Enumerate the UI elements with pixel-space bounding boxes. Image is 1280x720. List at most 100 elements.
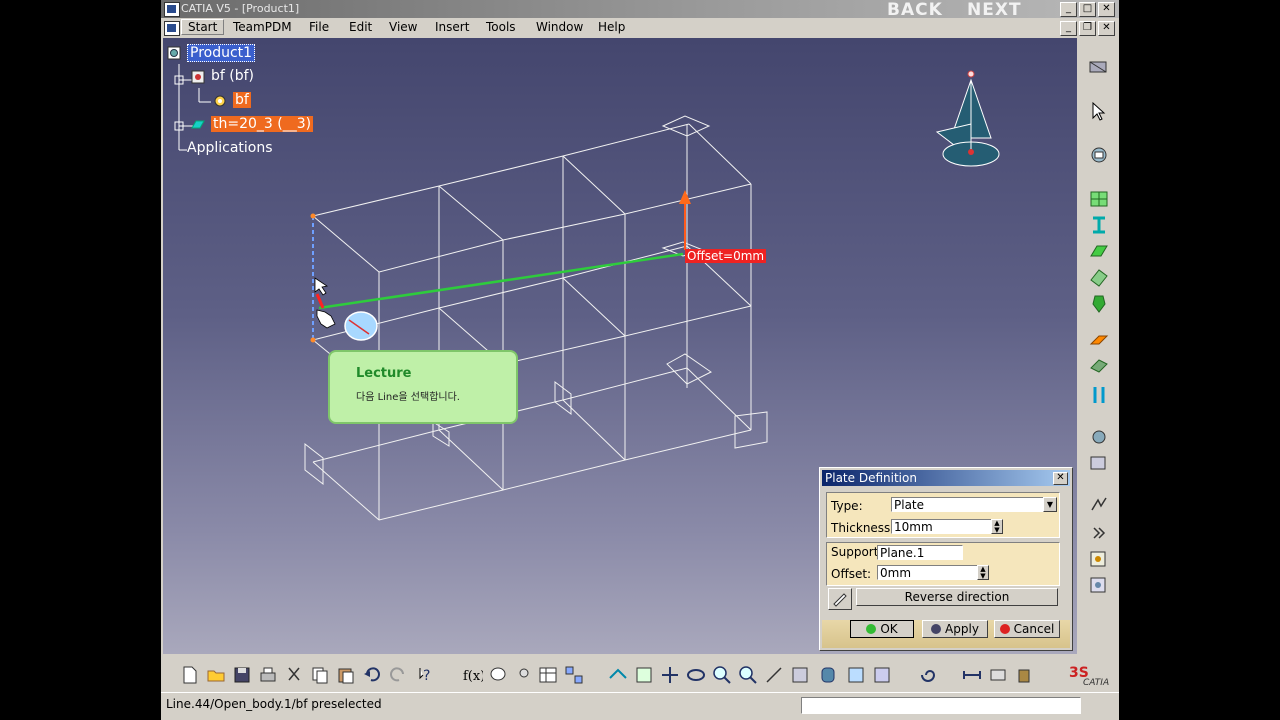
catalog-icon[interactable] [1087, 452, 1111, 474]
plane-icon[interactable] [191, 118, 205, 132]
maximize-icon[interactable]: □ [1079, 2, 1096, 17]
menu-teampdm[interactable]: TeamPDM [233, 20, 292, 34]
analyze-icon[interactable] [1087, 144, 1111, 166]
table-icon[interactable] [537, 664, 559, 686]
ok-button[interactable]: OK [850, 620, 914, 638]
menu-help[interactable]: Help [598, 20, 625, 34]
fly-mode-icon[interactable] [607, 664, 629, 686]
command-input[interactable] [801, 697, 1081, 714]
formula-icon[interactable] [1087, 494, 1111, 516]
hide-show-icon[interactable] [845, 664, 867, 686]
save-icon[interactable] [231, 664, 253, 686]
rotate-icon[interactable] [685, 664, 707, 686]
window-controls: _ □ ✕ [1060, 2, 1115, 17]
tree-node-bf-body[interactable]: bf [233, 92, 251, 108]
fit-all-icon[interactable] [633, 664, 655, 686]
settings-icon[interactable] [1087, 548, 1111, 570]
cut-icon[interactable] [283, 664, 305, 686]
catalog-browser-icon[interactable] [563, 664, 585, 686]
beam-icon[interactable] [1087, 214, 1111, 236]
cut-plate-icon[interactable] [1087, 354, 1111, 376]
eraser-icon[interactable] [1087, 330, 1111, 352]
type-select[interactable]: Plate [891, 497, 1057, 512]
thickness-stepper[interactable]: ▲ ▼ [991, 519, 1003, 534]
formula-fx-icon[interactable]: f(x) [461, 664, 483, 686]
tools-icon[interactable] [1087, 426, 1111, 448]
zoom-out-icon[interactable] [737, 664, 759, 686]
back-button[interactable]: BACK [887, 0, 943, 20]
menu-start[interactable]: Start [181, 19, 225, 35]
redo-icon[interactable] [387, 664, 409, 686]
menu-window[interactable]: Window [536, 20, 583, 34]
doc-close-icon[interactable]: ✕ [1098, 21, 1115, 36]
menu-tools[interactable]: Tools [486, 20, 516, 34]
spiral-icon[interactable] [917, 664, 939, 686]
lecture-body: 다음 Line을 선택합니다. [356, 392, 460, 403]
document-icon [164, 21, 180, 36]
split-icon[interactable] [1087, 384, 1111, 406]
knowledge-icon[interactable] [513, 664, 535, 686]
part-icon[interactable] [191, 70, 205, 84]
swap-space-icon[interactable] [871, 664, 893, 686]
measure-item-icon[interactable] [987, 664, 1009, 686]
cancel-button[interactable]: Cancel [994, 620, 1060, 638]
options-icon[interactable] [1087, 574, 1111, 596]
mass-icon[interactable] [1013, 664, 1035, 686]
tree-node-plane[interactable]: th=20_3 (__3) [211, 116, 314, 132]
menu-insert[interactable]: Insert [435, 20, 469, 34]
render-style-icon[interactable] [817, 664, 839, 686]
svg-text:?: ? [423, 668, 430, 684]
undo-icon[interactable] [361, 664, 383, 686]
apply-button[interactable]: Apply [922, 620, 988, 638]
status-text: Line.44/Open_body.1/bf preselected [166, 697, 382, 711]
ok-label: OK [880, 622, 898, 636]
offset-field[interactable]: 0mm [877, 565, 981, 580]
structure-icon[interactable] [1087, 56, 1111, 78]
bottom-toolbar: ? f(x) 3S CATIA [161, 656, 1119, 692]
product-icon[interactable] [167, 46, 181, 60]
thickness-field[interactable]: 10mm [891, 519, 1003, 534]
catia-app-icon [164, 2, 180, 17]
plate-definition-dialog: Plate Definition ✕ Type: Plate ▼ Thickne… [819, 467, 1073, 651]
pan-icon[interactable] [659, 664, 681, 686]
print-icon[interactable] [257, 664, 279, 686]
minimize-icon[interactable]: _ [1060, 2, 1077, 17]
tree-node-applications[interactable]: Applications [187, 140, 273, 156]
edit-sketch-button[interactable] [828, 588, 852, 610]
measure-icon[interactable] [961, 664, 983, 686]
offset-stepper[interactable]: ▲ ▼ [977, 565, 989, 580]
select-arrow-icon[interactable] [1087, 100, 1111, 122]
doc-minimize-icon[interactable]: _ [1060, 21, 1077, 36]
help-icon[interactable]: ? [417, 664, 439, 686]
compass-icon [935, 70, 1000, 167]
expand-icon[interactable] [1087, 522, 1111, 544]
menu-edit[interactable]: Edit [349, 20, 372, 34]
paste-icon[interactable] [335, 664, 357, 686]
chevron-down-icon[interactable]: ▼ [1043, 497, 1057, 512]
open-folder-icon[interactable] [205, 664, 227, 686]
new-file-icon[interactable] [179, 664, 201, 686]
comment-icon[interactable] [487, 664, 509, 686]
tree-node-bf[interactable]: bf (bf) [211, 68, 254, 84]
member-icon[interactable] [1087, 292, 1111, 314]
menu-file[interactable]: File [309, 20, 329, 34]
zoom-in-icon[interactable] [711, 664, 733, 686]
offset-tag[interactable]: Offset=0mm [685, 249, 767, 263]
normal-view-icon[interactable] [763, 664, 785, 686]
grid-icon[interactable] [1087, 188, 1111, 210]
gear-icon[interactable] [213, 94, 227, 108]
dialog-close-icon[interactable]: ✕ [1053, 472, 1068, 485]
reverse-direction-button[interactable]: Reverse direction [856, 588, 1058, 606]
views-icon[interactable] [789, 664, 811, 686]
next-button[interactable]: NEXT [967, 0, 1022, 20]
copy-icon[interactable] [309, 664, 331, 686]
doc-restore-icon[interactable]: ❐ [1079, 21, 1096, 36]
menu-view[interactable]: View [389, 20, 417, 34]
apply-label: Apply [945, 622, 979, 636]
status-bar: Line.44/Open_body.1/bf preselected [161, 692, 1119, 720]
support-field[interactable]: Plane.1 [877, 545, 963, 560]
close-icon[interactable]: ✕ [1098, 2, 1115, 17]
plate-icon[interactable] [1087, 240, 1111, 262]
lecture-title: Lecture [356, 366, 412, 381]
stiffener-icon[interactable] [1087, 266, 1111, 288]
